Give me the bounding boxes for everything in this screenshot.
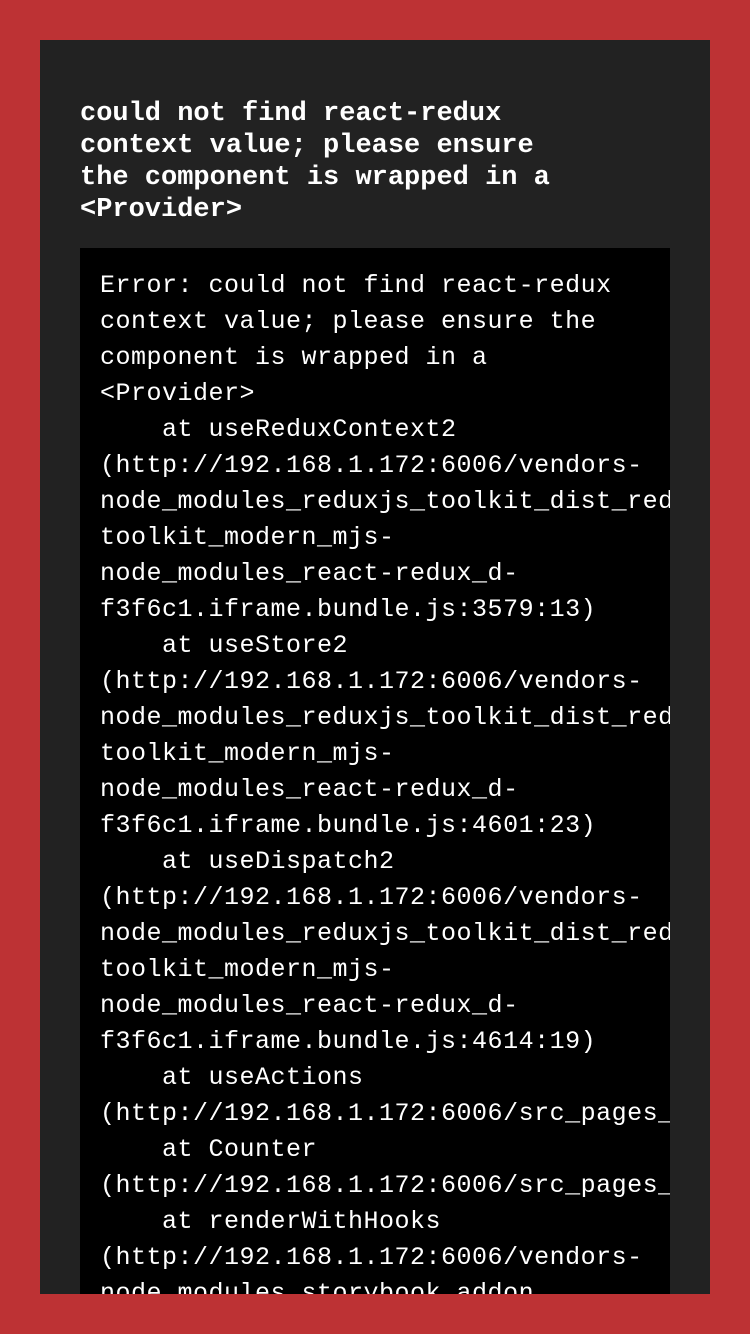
error-title: could not find react-redux context value… <box>80 99 550 225</box>
error-stack-trace-text: Error: could not find react-redux contex… <box>100 271 670 1294</box>
error-stack-trace-box[interactable]: Error: could not find react-redux contex… <box>80 248 670 1294</box>
error-overlay-panel: could not find react-redux context value… <box>40 40 710 1294</box>
